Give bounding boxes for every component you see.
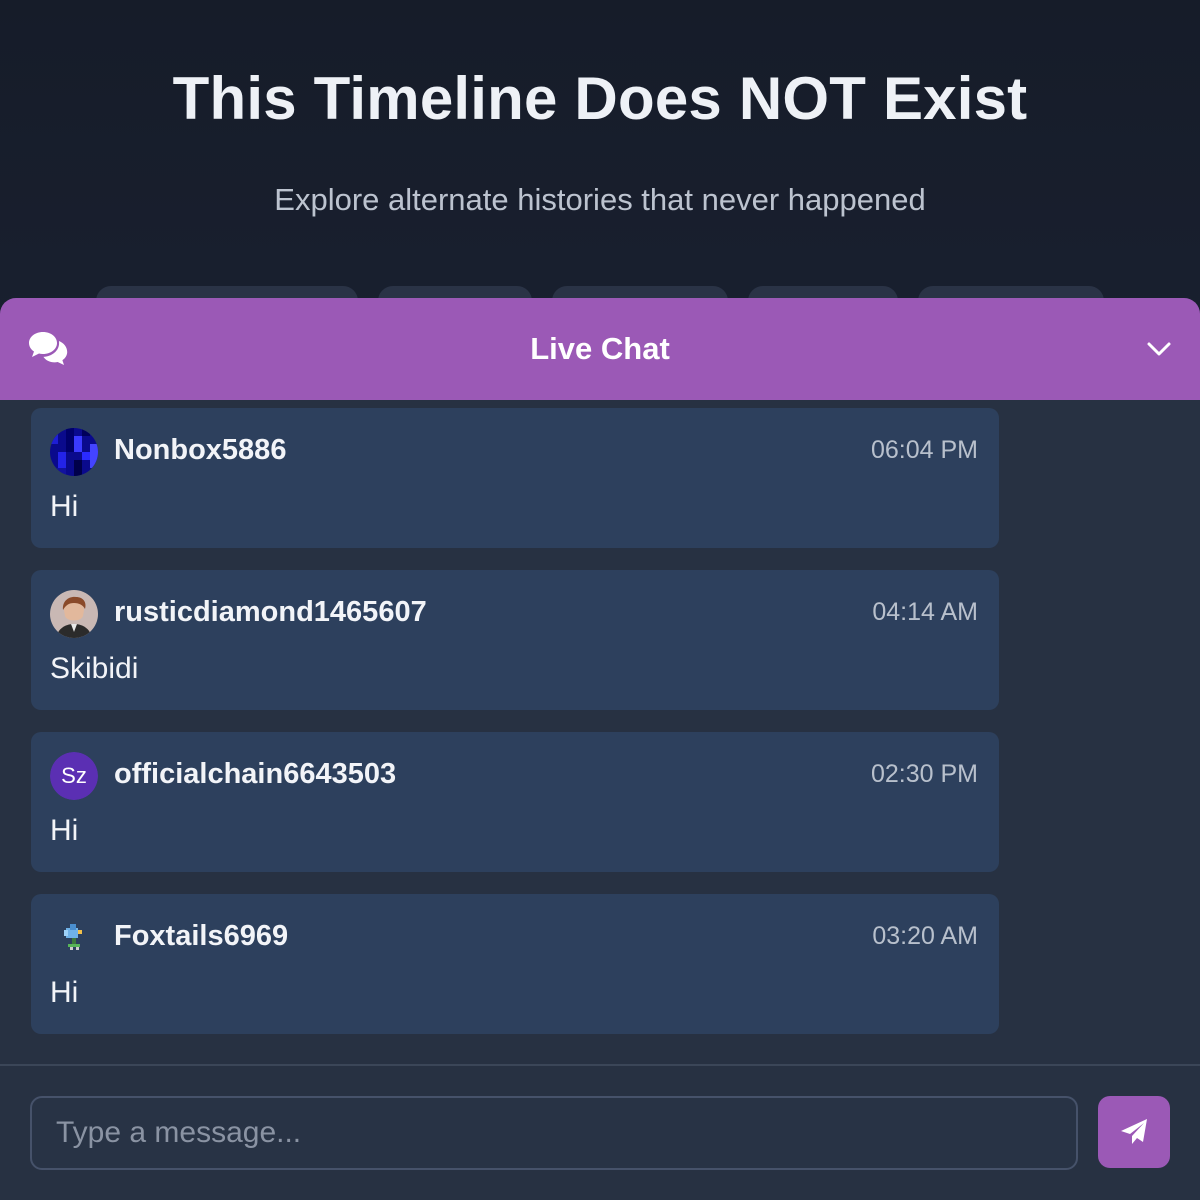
- message-username[interactable]: officialchain6643503: [114, 758, 396, 791]
- message-composer: [0, 1064, 1200, 1200]
- page-title: This Timeline Does NOT Exist: [172, 65, 1028, 132]
- paper-plane-icon: [1121, 1119, 1147, 1144]
- message-username[interactable]: Foxtails6969: [114, 920, 288, 953]
- bird-sprite-avatar-icon: [64, 924, 82, 950]
- avatar[interactable]: [50, 914, 98, 962]
- chat-message: Nonbox5886 06:04 PM Hi: [31, 408, 999, 548]
- avatar[interactable]: [50, 428, 98, 476]
- avatar-initials: Sz: [50, 752, 98, 800]
- chat-message: rusticdiamond1465607 04:14 AM Skibidi: [31, 570, 999, 710]
- avatar[interactable]: Sz: [50, 752, 98, 800]
- message-list[interactable]: Nonbox5886 06:04 PM Hi rusticdiamond1465…: [0, 400, 1200, 1064]
- message-text: Hi: [50, 814, 79, 847]
- page: This Timeline Does NOT Exist Explore alt…: [0, 0, 1200, 1200]
- message-username[interactable]: rusticdiamond1465607: [114, 596, 427, 629]
- message-text: Hi: [50, 490, 79, 523]
- message-time: 04:14 AM: [872, 598, 978, 626]
- message-time: 06:04 PM: [870, 436, 978, 464]
- chat-message: Foxtails6969 03:20 AM Hi: [31, 894, 999, 1034]
- chat-message: Sz officialchain6643503 02:30 PM Hi: [31, 732, 999, 872]
- pixel-pattern-avatar-icon: [50, 428, 98, 476]
- send-button[interactable]: [1098, 1096, 1170, 1168]
- message-text: Hi: [50, 976, 79, 1009]
- message-username[interactable]: Nonbox5886: [114, 434, 286, 467]
- message-time: 02:30 PM: [870, 760, 978, 788]
- photo-avatar-icon: [50, 590, 98, 638]
- message-time: 03:20 AM: [872, 922, 978, 950]
- page-subtitle: Explore alternate histories that never h…: [274, 182, 926, 217]
- avatar[interactable]: [50, 590, 98, 638]
- chat-title: Live Chat: [530, 331, 670, 366]
- chevron-down-icon[interactable]: [1144, 334, 1174, 364]
- chat-header[interactable]: Live Chat: [0, 298, 1200, 400]
- message-text: Skibidi: [50, 652, 139, 685]
- message-input[interactable]: [30, 1096, 1078, 1170]
- live-chat-panel: Live Chat Nonbox5886 06:04 PM Hi rusticd…: [0, 298, 1200, 1200]
